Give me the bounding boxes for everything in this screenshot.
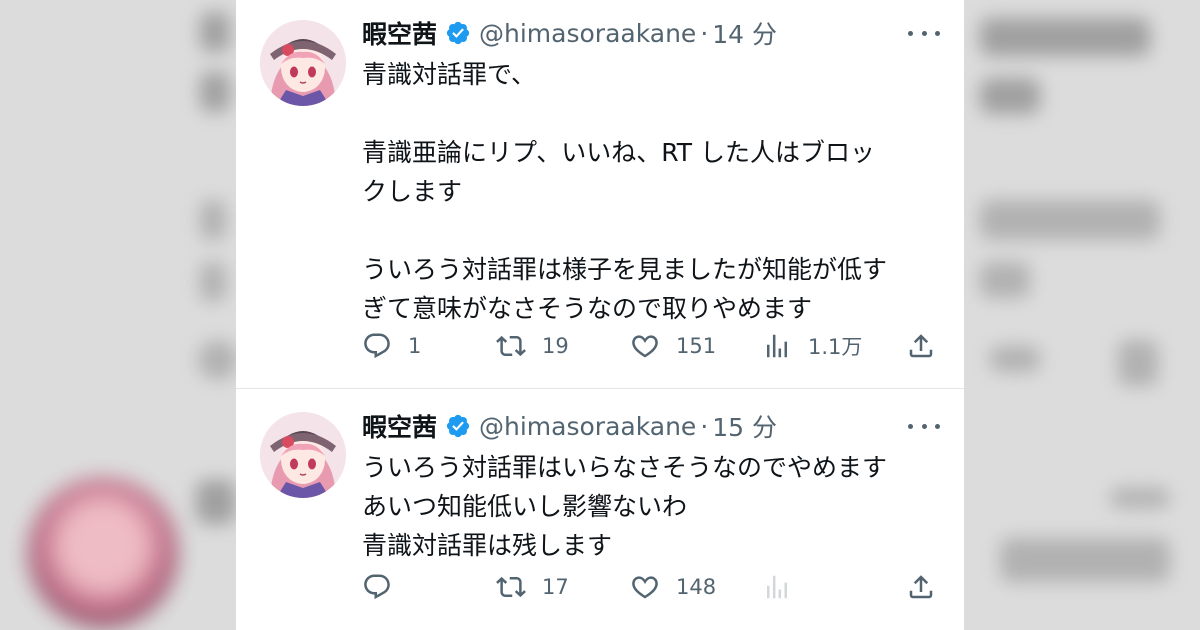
reply-icon <box>364 333 390 359</box>
share-button[interactable] <box>906 326 936 366</box>
like-count: 148 <box>676 575 717 599</box>
retweet-button[interactable]: 19 <box>496 326 569 366</box>
handle[interactable]: @himasoraakane <box>479 19 696 48</box>
tweet-thread-card: 暇空茜 @himasoraakane · 14 分 青識対話罪で、 青識亜論にリ… <box>236 0 964 630</box>
tweet-line: 青識亜論にリプ、いいね、RT した人はブロッ <box>362 138 876 167</box>
views-icon <box>767 334 787 358</box>
views-button[interactable] <box>762 567 808 607</box>
tweet-line: あいつ知能低いし影響ないわ <box>362 492 688 521</box>
tweet-line-blank <box>362 94 942 133</box>
tweet-line: クします <box>362 177 463 206</box>
reply-button[interactable]: 1 <box>362 326 421 366</box>
retweet-icon <box>496 576 526 598</box>
retweet-icon <box>496 335 526 357</box>
share-button[interactable] <box>906 567 936 607</box>
like-icon <box>632 335 658 358</box>
separator-dot: · <box>700 18 709 48</box>
avatar[interactable] <box>260 412 346 498</box>
reply-count: 1 <box>408 334 422 358</box>
tweet-header: 暇空茜 @himasoraakane · 15 分 <box>362 409 777 443</box>
display-name[interactable]: 暇空茜 <box>362 15 437 51</box>
views-icon <box>767 575 787 599</box>
tweet-header: 暇空茜 @himasoraakane · 14 分 <box>362 16 777 50</box>
more-icon[interactable] <box>908 28 940 38</box>
avatar[interactable] <box>260 20 346 106</box>
tweet-line: 青識対話罪は残します <box>362 531 613 560</box>
tweet[interactable]: 暇空茜 @himasoraakane · 14 分 青識対話罪で、 青識亜論にリ… <box>236 0 964 389</box>
like-button[interactable]: 151 <box>630 326 716 366</box>
verified-badge-icon <box>445 20 471 46</box>
handle[interactable]: @himasoraakane <box>479 412 696 441</box>
timestamp[interactable]: 15 分 <box>712 408 777 444</box>
share-icon <box>909 575 933 599</box>
tweet-text: ういろう対話罪はいらなさそうなのでやめます あいつ知能低いし影響ないわ 青識対話… <box>362 448 942 565</box>
tweet-line: ういろう対話罪はいらなさそうなのでやめます <box>362 453 888 482</box>
separator-dot: · <box>700 411 709 441</box>
retweet-count: 17 <box>542 575 569 599</box>
reply-icon <box>364 574 390 600</box>
like-icon <box>632 576 658 599</box>
views-button[interactable]: 1.1万 <box>762 326 862 366</box>
like-count: 151 <box>676 334 717 358</box>
views-count: 1.1万 <box>808 335 863 359</box>
tweet-text: 青識対話罪で、 青識亜論にリプ、いいね、RT した人はブロッ クします ういろう… <box>362 55 942 328</box>
timestamp[interactable]: 14 分 <box>712 15 777 51</box>
like-button[interactable]: 148 <box>630 567 716 607</box>
tweet-actions: 1 19 151 1.1万 <box>362 326 942 366</box>
share-icon <box>909 334 933 358</box>
tweet-line: 青識対話罪で、 <box>362 60 537 89</box>
tweet-line: ういろう対話罪は様子を見ましたが知能が低す <box>362 255 888 284</box>
retweet-count: 19 <box>542 334 569 358</box>
verified-badge-icon <box>445 413 471 439</box>
more-icon[interactable] <box>908 421 940 431</box>
tweet-line-blank <box>362 211 942 250</box>
display-name[interactable]: 暇空茜 <box>362 408 437 444</box>
retweet-button[interactable]: 17 <box>496 567 569 607</box>
tweet-line: ぎて意味がなさそうなので取りやめます <box>362 294 813 323</box>
tweet[interactable]: 暇空茜 @himasoraakane · 15 分 ういろう対話罪はいらなさそう… <box>236 389 964 630</box>
reply-button[interactable] <box>362 567 408 607</box>
tweet-actions: 17 148 <box>362 567 942 607</box>
